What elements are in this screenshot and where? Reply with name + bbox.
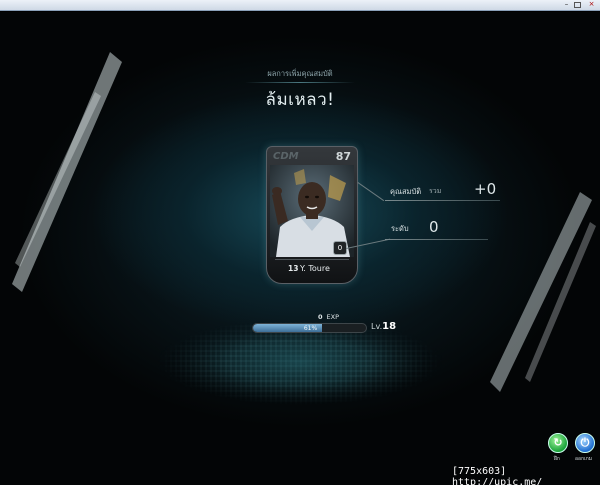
game-window: – × ผลการเพิ่มคุณสมบัติ ล้มเหลว! CDM 87 xyxy=(0,0,600,485)
level-underline xyxy=(385,239,488,240)
maximize-icon[interactable] xyxy=(574,2,581,8)
train-button[interactable]: ↻ xyxy=(548,433,568,453)
right-light-shard xyxy=(490,192,596,392)
left-light-shard xyxy=(12,52,122,292)
result-title: ล้มเหลว! xyxy=(265,90,335,110)
minimize-icon[interactable]: – xyxy=(562,1,571,9)
card-position: CDM xyxy=(273,151,299,162)
close-icon[interactable]: × xyxy=(587,1,596,9)
attr-label: คุณสมบัติ xyxy=(390,187,422,196)
power-icon: ⏻ xyxy=(580,436,590,449)
attr-sub-label: รวม xyxy=(429,187,442,195)
floor-grid xyxy=(120,322,480,442)
attr-value: +0 xyxy=(474,180,497,198)
train-button-label: ฝึก xyxy=(554,456,560,462)
card-overall: 87 xyxy=(335,150,351,163)
level-number: 18 xyxy=(382,321,397,332)
card-level-badge: 0 xyxy=(333,241,347,255)
exp-readout: 0 EXP xyxy=(318,313,339,321)
player-card[interactable]: CDM 87 13 Y. Toure 0 xyxy=(266,146,358,284)
exit-button[interactable]: ⏻ xyxy=(575,433,595,453)
exp-value: 0 xyxy=(318,313,323,321)
card-divider xyxy=(275,259,349,260)
level-prefix: Lv. xyxy=(371,322,383,331)
level-label: ระดับ xyxy=(391,224,409,233)
exp-progress-text: 61% xyxy=(303,325,318,332)
heading-divider xyxy=(245,82,355,83)
card-player-name: Y. Toure xyxy=(300,264,330,273)
exit-button-label: ออกเกม xyxy=(575,456,593,462)
card-number: 13 xyxy=(288,264,299,273)
image-watermark: [775x603] http://upic.me/ xyxy=(452,466,543,485)
result-stage: ผลการเพิ่มคุณสมบัติ ล้มเหลว! CDM 87 13 Y… xyxy=(0,12,600,485)
connector-attr xyxy=(357,182,385,202)
player-level: Lv.18 xyxy=(371,321,396,332)
level-value: 0 xyxy=(429,218,439,236)
exp-label: EXP xyxy=(326,313,340,321)
refresh-icon: ↻ xyxy=(553,436,563,449)
window-titlebar: – × xyxy=(0,0,600,11)
result-subtitle: ผลการเพิ่มคุณสมบัติ xyxy=(267,69,333,78)
exp-progress-bar: 61% xyxy=(252,323,367,333)
attr-underline xyxy=(385,200,500,201)
